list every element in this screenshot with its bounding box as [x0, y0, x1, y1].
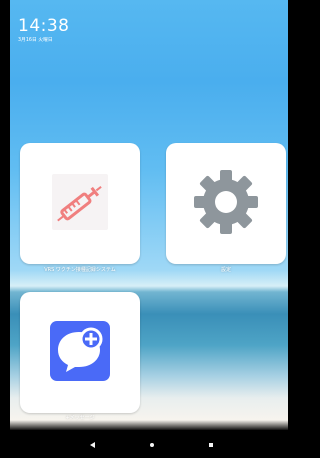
vrs-app-label[interactable]: VRS ワクチン接種記録システム	[5, 266, 155, 274]
date-text: 3月16日 火曜日	[18, 38, 53, 43]
message-app-label[interactable]: +メッセージ	[5, 414, 155, 422]
status-area: 14:38 3月16日 火曜日	[18, 16, 70, 44]
vrs-app-tile[interactable]	[20, 143, 140, 264]
system-navigation-bar	[0, 430, 297, 458]
syringe-icon	[48, 170, 112, 238]
message-plus-icon	[46, 317, 114, 389]
clock-text: 14:38	[18, 16, 70, 36]
settings-app-tile[interactable]	[166, 143, 286, 264]
device-frame-left	[0, 0, 10, 430]
home-icon[interactable]	[150, 443, 154, 447]
recent-apps-icon[interactable]	[209, 443, 213, 447]
back-icon[interactable]	[90, 442, 95, 448]
message-app-tile[interactable]	[20, 292, 140, 413]
settings-app-label[interactable]: 設定	[151, 266, 297, 274]
gear-icon	[189, 165, 263, 243]
home-screen: 14:38 3月16日 火曜日 VRS ワクチン接種記録システム 設定 +メッセ…	[0, 0, 297, 458]
device-frame-right	[288, 0, 297, 430]
